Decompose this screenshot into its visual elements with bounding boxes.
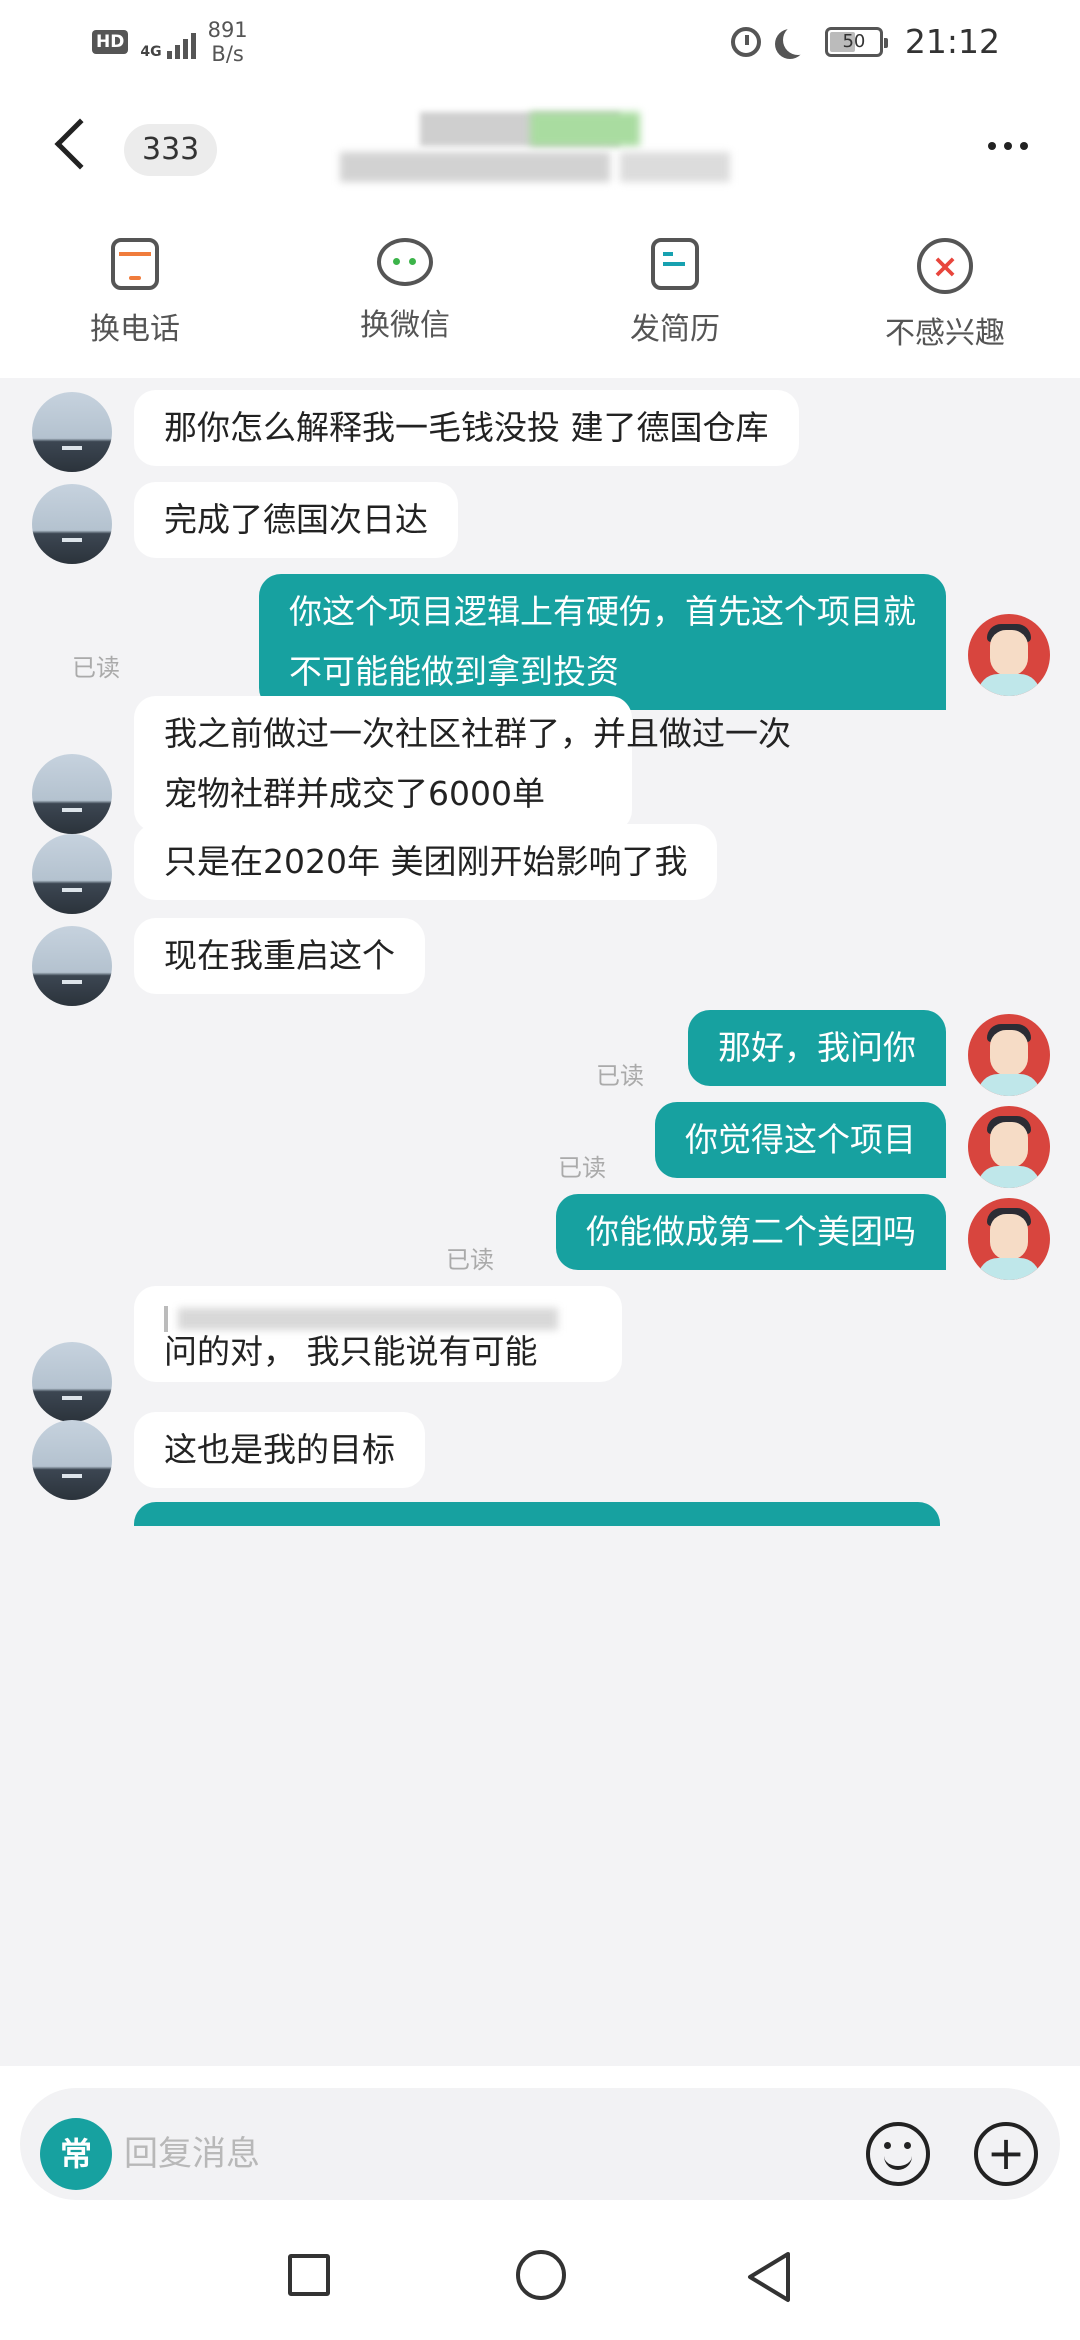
plus-icon[interactable]: + bbox=[974, 2122, 1038, 2186]
read-receipt: 已读 bbox=[446, 1246, 494, 1274]
status-bar: HD 4G 891 B/s 50 21:12 bbox=[0, 0, 1080, 86]
message-text: 问的对， 我只能说有可能 bbox=[164, 1332, 538, 1371]
message-text: 只是在2020年 美团刚开始影响了我 bbox=[164, 842, 688, 881]
network-speed: 891 B/s bbox=[208, 18, 248, 66]
message-text: 那你怎么解释我一毛钱没投 建了德国仓库 bbox=[164, 408, 769, 447]
message-text-line: 不可能能做到拿到投资 bbox=[289, 652, 619, 691]
message-row: 现在我重启这个 bbox=[0, 918, 1080, 1014]
message-row: 只是在2020年 美团刚开始影响了我 bbox=[0, 824, 1080, 920]
message-row: 我之前做过一次社区社群了，并且做过一次 宠物社群并成交了6000单 bbox=[0, 696, 1080, 836]
message-row: 已读 你能做成第二个美团吗 bbox=[0, 1194, 1080, 1290]
recents-icon[interactable] bbox=[288, 2254, 330, 2296]
message-row: 已读 你觉得这个项目 bbox=[0, 1102, 1080, 1198]
contact-avatar[interactable] bbox=[32, 484, 112, 564]
message-text: 现在我重启这个 bbox=[164, 936, 395, 975]
read-receipt: 已读 bbox=[596, 1062, 644, 1090]
home-icon[interactable] bbox=[516, 2250, 566, 2300]
contact-avatar[interactable] bbox=[32, 754, 112, 834]
message-text-line: 你这个项目逻辑上有硬伤，首先这个项目就 bbox=[289, 592, 916, 631]
message-bubble[interactable]: 这也是我的目标 bbox=[134, 1412, 425, 1488]
my-avatar[interactable] bbox=[968, 1106, 1050, 1188]
message-row: 问的对， 我只能说有可能 bbox=[0, 1286, 1080, 1426]
send-resume-label: 发简历 bbox=[630, 312, 720, 347]
speed-unit: B/s bbox=[211, 42, 244, 66]
my-avatar[interactable] bbox=[968, 614, 1050, 696]
exchange-wechat-button[interactable]: 换微信 bbox=[270, 206, 540, 378]
message-row-partial bbox=[0, 1502, 1080, 1526]
message-text: 这也是我的目标 bbox=[164, 1430, 395, 1469]
message-bubble[interactable]: 你这个项目逻辑上有硬伤，首先这个项目就 不可能能做到拿到投资 bbox=[259, 574, 946, 710]
status-left: HD 4G 891 B/s bbox=[92, 18, 248, 66]
message-bubble[interactable]: 那好，我问你 bbox=[688, 1010, 946, 1086]
battery-icon: 50 bbox=[824, 26, 888, 57]
message-bubble-partial[interactable] bbox=[134, 1502, 940, 1526]
send-resume-button[interactable]: 发简历 bbox=[540, 206, 810, 378]
message-text-line: 我之前做过一次社区社群了，并且做过一次 bbox=[164, 714, 791, 753]
not-interested-icon: × bbox=[917, 238, 973, 294]
exchange-phone-label: 换电话 bbox=[90, 312, 180, 347]
message-bubble[interactable]: 我之前做过一次社区社群了，并且做过一次 宠物社群并成交了6000单 bbox=[134, 696, 791, 832]
contact-avatar[interactable] bbox=[32, 834, 112, 914]
my-avatar[interactable] bbox=[968, 1014, 1050, 1096]
contact-avatar[interactable] bbox=[32, 392, 112, 472]
emoji-icon[interactable] bbox=[866, 2122, 930, 2186]
system-nav-bar bbox=[0, 2206, 1080, 2340]
not-interested-label: 不感兴趣 bbox=[885, 316, 1005, 351]
my-avatar[interactable] bbox=[968, 1198, 1050, 1280]
message-row: 完成了德国次日达 bbox=[0, 476, 1080, 572]
contact-name-blurred bbox=[330, 106, 750, 196]
reply-input[interactable] bbox=[124, 2118, 844, 2190]
alarm-icon bbox=[730, 26, 761, 57]
speed-value: 891 bbox=[207, 18, 248, 42]
not-interested-button[interactable]: × 不感兴趣 bbox=[810, 206, 1080, 378]
quoted-text-blurred bbox=[164, 1304, 574, 1334]
status-right: 50 21:12 bbox=[730, 22, 1000, 61]
input-pill: 常 + bbox=[20, 2088, 1060, 2200]
quick-action-bar: 换电话 换微信 发简历 × 不感兴趣 bbox=[0, 206, 1080, 378]
network-type-label: 4G bbox=[140, 44, 162, 60]
message-bubble[interactable]: 问的对， 我只能说有可能 bbox=[134, 1286, 622, 1382]
contact-avatar[interactable] bbox=[32, 1342, 112, 1422]
message-row: 那你怎么解释我一毛钱没投 建了德国仓库 bbox=[0, 384, 1080, 480]
battery-level: 50 bbox=[842, 31, 866, 52]
chat-header: 333 bbox=[0, 86, 1080, 206]
resume-icon bbox=[651, 238, 699, 290]
message-bubble[interactable]: 你能做成第二个美团吗 bbox=[556, 1194, 946, 1270]
read-receipt: 已读 bbox=[558, 1154, 606, 1182]
more-dots-icon[interactable] bbox=[988, 142, 1028, 150]
message-bubble[interactable]: 你觉得这个项目 bbox=[655, 1102, 946, 1178]
message-text: 你觉得这个项目 bbox=[685, 1120, 916, 1159]
message-text: 你能做成第二个美团吗 bbox=[586, 1212, 916, 1251]
common-phrases-button[interactable]: 常 bbox=[40, 2118, 112, 2190]
read-receipt: 已读 bbox=[72, 654, 120, 682]
signal-icon: 4G bbox=[140, 25, 196, 60]
input-bar: 常 + bbox=[0, 2066, 1080, 2206]
message-row: 这也是我的目标 bbox=[0, 1412, 1080, 1508]
moon-icon bbox=[783, 25, 813, 55]
wechat-icon bbox=[377, 238, 433, 286]
chat-messages[interactable]: 那你怎么解释我一毛钱没投 建了德国仓库 完成了德国次日达 已读 你这个项目逻辑上… bbox=[0, 378, 1080, 2066]
exchange-wechat-label: 换微信 bbox=[360, 308, 450, 343]
message-bubble[interactable]: 那你怎么解释我一毛钱没投 建了德国仓库 bbox=[134, 390, 799, 466]
phone-icon bbox=[111, 238, 159, 290]
message-text-line: 宠物社群并成交了6000单 bbox=[164, 774, 545, 813]
message-text: 完成了德国次日达 bbox=[164, 500, 428, 539]
message-bubble[interactable]: 现在我重启这个 bbox=[134, 918, 425, 994]
contact-avatar[interactable] bbox=[32, 1420, 112, 1500]
message-row: 已读 那好，我问你 bbox=[0, 1010, 1080, 1106]
contact-avatar[interactable] bbox=[32, 926, 112, 1006]
hd-icon: HD bbox=[92, 30, 129, 54]
unread-count-badge[interactable]: 333 bbox=[124, 124, 218, 176]
exchange-phone-button[interactable]: 换电话 bbox=[0, 206, 270, 378]
clock: 21:12 bbox=[904, 22, 1000, 61]
message-bubble[interactable]: 完成了德国次日达 bbox=[134, 482, 458, 558]
message-text: 那好，我问你 bbox=[718, 1028, 916, 1067]
message-bubble[interactable]: 只是在2020年 美团刚开始影响了我 bbox=[134, 824, 718, 900]
